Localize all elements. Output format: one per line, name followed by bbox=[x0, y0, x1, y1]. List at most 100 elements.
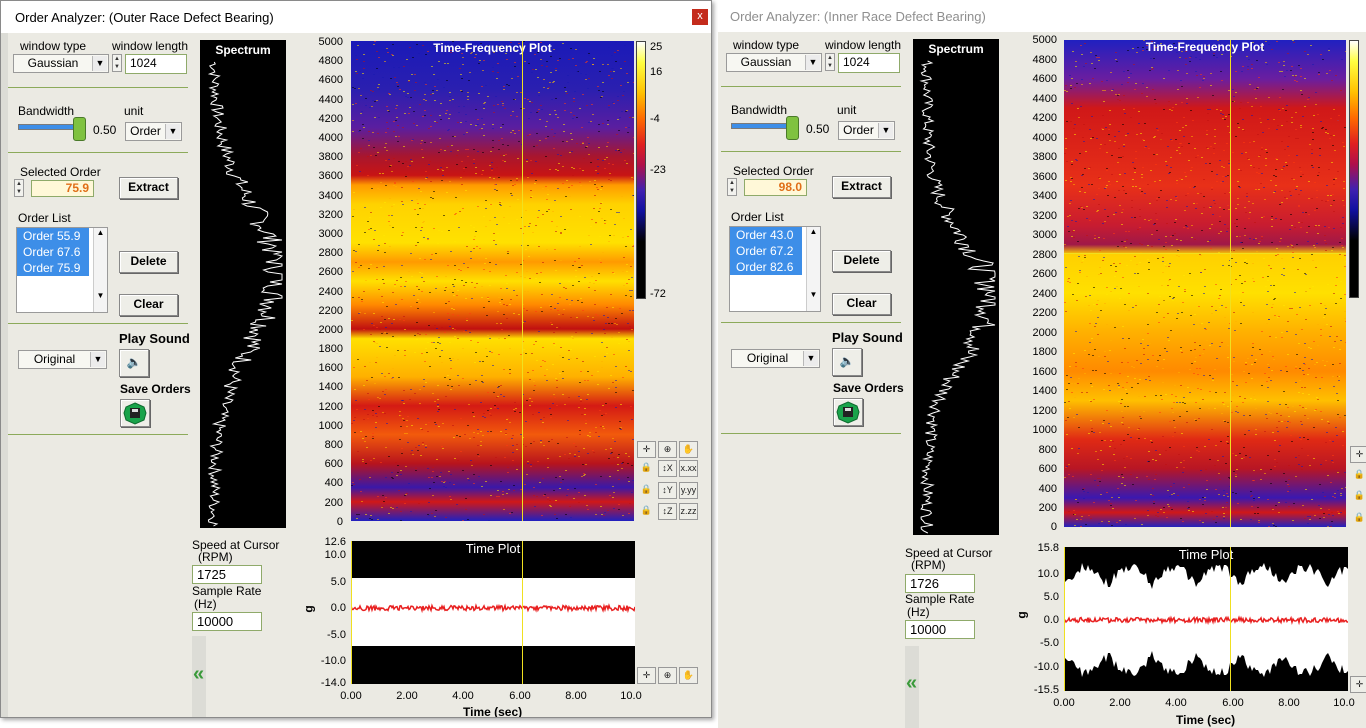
window-length-spinner[interactable]: ▲ ▼ bbox=[825, 53, 835, 71]
double-chevron-left-icon[interactable]: « bbox=[906, 672, 917, 695]
title-bar[interactable]: Order Analyzer: (Outer Race Defect Beari… bbox=[1, 1, 711, 33]
unit-select[interactable]: Order ▼ bbox=[838, 121, 895, 140]
tf-y-tick: 2600 bbox=[318, 266, 343, 278]
spectrum-plot[interactable]: Spectrum bbox=[913, 39, 999, 535]
clear-button[interactable]: Clear bbox=[832, 293, 891, 315]
speed-field: 1726 bbox=[905, 574, 975, 593]
sample-rate-unit-label: (Hz) bbox=[194, 597, 217, 611]
tf-y-tick: 200 bbox=[1038, 502, 1057, 514]
time-y-tick: 10.0 bbox=[324, 549, 346, 561]
y-axis-format-icon[interactable]: y.yy bbox=[679, 482, 698, 499]
tf-y-tick: 4200 bbox=[318, 113, 343, 125]
order-list-item[interactable]: Order 67.6 bbox=[17, 244, 89, 260]
tf-y-tick: 4400 bbox=[1032, 93, 1057, 105]
save-orders-button[interactable] bbox=[120, 399, 150, 427]
lock-icon[interactable]: 🔒 bbox=[1350, 467, 1366, 484]
play-sound-button[interactable]: 🔈 bbox=[119, 349, 149, 377]
time-cursor[interactable] bbox=[1230, 547, 1231, 691]
lock-icon[interactable]: 🔒 bbox=[1350, 488, 1366, 505]
crosshair-icon[interactable]: ✛ bbox=[637, 441, 656, 458]
selected-order-spinner[interactable]: ▲ ▼ bbox=[14, 179, 24, 197]
time-cursor[interactable] bbox=[522, 541, 523, 684]
window-type-select[interactable]: Gaussian ▼ bbox=[726, 53, 822, 72]
pan-hand-icon[interactable]: ✋ bbox=[679, 667, 698, 684]
tf-y-tick: 0 bbox=[336, 516, 343, 528]
order-list-item[interactable]: Order 43.0 bbox=[730, 227, 802, 243]
sound-mode-select[interactable]: Original ▼ bbox=[18, 350, 107, 369]
double-chevron-left-icon[interactable]: « bbox=[193, 663, 204, 686]
colorbar bbox=[636, 41, 646, 299]
order-list[interactable]: Order 55.9 Order 67.6 Order 75.9 ▲ ▼ bbox=[16, 227, 108, 313]
tf-y-tick: 1400 bbox=[318, 381, 343, 393]
unit-value: Order bbox=[843, 123, 874, 137]
lock-icon[interactable]: 🔒 bbox=[637, 503, 656, 520]
tf-y-tick: 3600 bbox=[1032, 171, 1057, 183]
delete-button[interactable]: Delete bbox=[832, 250, 891, 272]
tf-y-tick: 2600 bbox=[1032, 268, 1057, 280]
order-list-scrollbar[interactable]: ▲ ▼ bbox=[93, 228, 107, 312]
order-list-item[interactable]: Order 55.9 bbox=[17, 228, 89, 244]
save-orders-label: Save Orders bbox=[120, 382, 191, 396]
crosshair-icon[interactable]: ✛ bbox=[1350, 446, 1366, 463]
time-x-tick: 8.00 bbox=[1278, 697, 1300, 709]
title-bar[interactable]: Order Analyzer: (Inner Race Defect Beari… bbox=[718, 0, 1366, 32]
start-cursor[interactable] bbox=[351, 541, 352, 684]
selected-order-field[interactable]: 98.0 bbox=[744, 179, 807, 196]
lock-icon[interactable]: 🔒 bbox=[637, 460, 656, 477]
start-cursor[interactable] bbox=[1064, 547, 1065, 691]
time-frequency-plot[interactable]: Time-Frequency Plot bbox=[351, 41, 634, 521]
order-list[interactable]: Order 43.0 Order 67.2 Order 82.6 ▲ ▼ bbox=[729, 226, 821, 312]
z-axis-scale-icon[interactable]: ↕Z bbox=[658, 503, 677, 520]
delete-button[interactable]: Delete bbox=[119, 251, 178, 273]
window-length-label: window length bbox=[112, 39, 189, 53]
tf-y-tick: 3800 bbox=[318, 151, 343, 163]
crosshair-icon[interactable]: ✛ bbox=[637, 667, 656, 684]
tf-y-tick: 4800 bbox=[318, 55, 343, 67]
x-axis-format-icon[interactable]: x.xx bbox=[679, 460, 698, 477]
time-cursor[interactable] bbox=[522, 41, 523, 521]
unit-select[interactable]: Order ▼ bbox=[125, 122, 182, 141]
tf-y-tick: 1800 bbox=[1032, 346, 1057, 358]
frequency-cursor[interactable] bbox=[1064, 253, 1346, 254]
tf-y-tick: 1200 bbox=[318, 401, 343, 413]
colorbar-tick: -72 bbox=[650, 288, 666, 300]
x-axis-scale-icon[interactable]: ↕X bbox=[658, 460, 677, 477]
crosshair-icon[interactable]: ✛ bbox=[1350, 676, 1366, 693]
y-axis-scale-icon[interactable]: ↕Y bbox=[658, 482, 677, 499]
chevron-down-icon: ▼ bbox=[803, 351, 818, 366]
play-sound-button[interactable]: 🔈 bbox=[832, 348, 862, 376]
lock-icon[interactable]: 🔒 bbox=[1350, 510, 1366, 527]
zoom-icon[interactable]: ⊕ bbox=[658, 441, 677, 458]
zoom-icon[interactable]: ⊕ bbox=[658, 667, 677, 684]
close-button[interactable]: x bbox=[692, 9, 708, 25]
bandwidth-slider-handle[interactable] bbox=[73, 117, 86, 141]
window-type-select[interactable]: Gaussian ▼ bbox=[13, 54, 109, 73]
time-x-tick: 2.00 bbox=[396, 690, 418, 702]
selected-order-field[interactable]: 75.9 bbox=[31, 180, 94, 197]
time-plot[interactable]: Time Plot bbox=[351, 541, 635, 684]
order-list-item[interactable]: Order 82.6 bbox=[730, 259, 802, 275]
order-list-item[interactable]: Order 75.9 bbox=[17, 260, 89, 276]
extract-button[interactable]: Extract bbox=[119, 177, 178, 199]
window-length-spinner[interactable]: ▲ ▼ bbox=[112, 54, 122, 72]
lock-icon[interactable]: 🔒 bbox=[637, 482, 656, 499]
order-list-item[interactable]: Order 67.2 bbox=[730, 243, 802, 259]
order-list-scrollbar[interactable]: ▲ ▼ bbox=[806, 227, 820, 311]
time-frequency-plot[interactable]: Time-Frequency Plot bbox=[1064, 40, 1346, 527]
time-x-tick: 4.00 bbox=[452, 690, 474, 702]
selected-order-spinner[interactable]: ▲ ▼ bbox=[727, 178, 737, 196]
z-axis-format-icon[interactable]: z.zz bbox=[679, 503, 698, 520]
extract-button[interactable]: Extract bbox=[832, 176, 891, 198]
window-length-field[interactable]: 1024 bbox=[125, 54, 187, 74]
bandwidth-slider-handle[interactable] bbox=[786, 116, 799, 140]
clear-button[interactable]: Clear bbox=[119, 294, 178, 316]
time-y-tick: 0.0 bbox=[1043, 614, 1059, 626]
time-plot[interactable]: Time Plot bbox=[1064, 547, 1348, 691]
time-cursor[interactable] bbox=[1230, 40, 1231, 527]
time-x-tick: 6.00 bbox=[509, 690, 531, 702]
pan-hand-icon[interactable]: ✋ bbox=[679, 441, 698, 458]
window-length-field[interactable]: 1024 bbox=[838, 53, 900, 73]
spectrum-plot[interactable]: Spectrum bbox=[200, 40, 286, 528]
save-orders-button[interactable] bbox=[833, 398, 863, 426]
sound-mode-select[interactable]: Original ▼ bbox=[731, 349, 820, 368]
